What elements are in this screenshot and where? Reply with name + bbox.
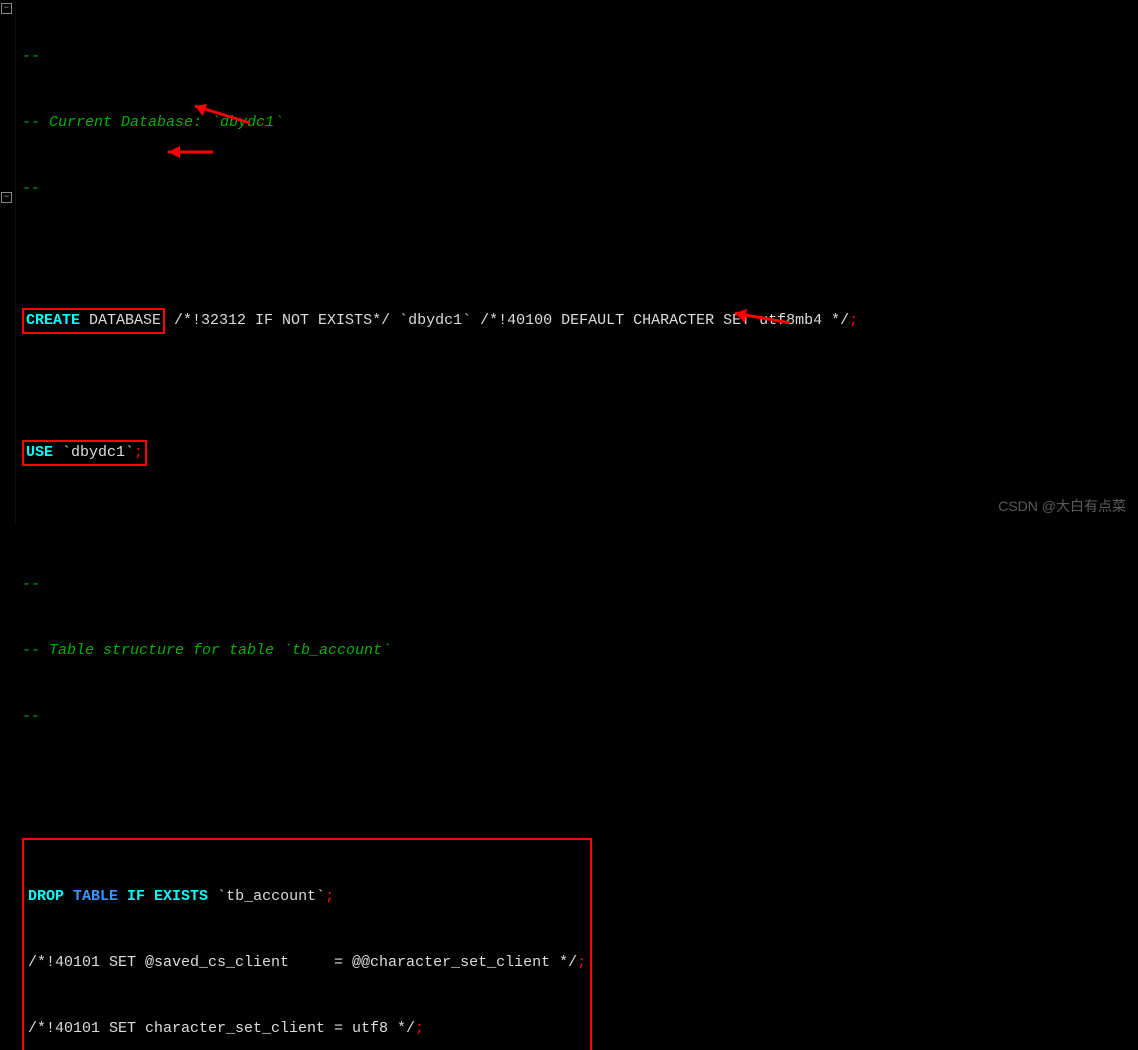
code-line: -- (20, 178, 1138, 200)
watermark: CSDN @大白有点菜 (998, 495, 1126, 517)
code-line: -- (20, 574, 1138, 596)
code-editor[interactable]: -- -- Current Database: `dbydc1` -- CREA… (0, 0, 1138, 1050)
code-line: -- Current Database: `dbydc1` (20, 112, 1138, 134)
code-line: USE `dbydc1`; (20, 442, 1138, 464)
fold-icon[interactable]: − (1, 3, 12, 14)
code-line: DROP TABLE IF EXISTS `tb_account`; /*!40… (20, 838, 1138, 1050)
code-line (20, 244, 1138, 266)
highlight-box: USE `dbydc1`; (22, 440, 147, 466)
code-line (20, 772, 1138, 794)
highlight-box: DROP TABLE IF EXISTS `tb_account`; /*!40… (22, 838, 592, 1050)
code-line: -- (20, 46, 1138, 68)
editor-gutter: − − (0, 0, 16, 525)
fold-icon[interactable]: − (1, 192, 12, 203)
code-line (20, 508, 1138, 530)
highlight-box: CREATE DATABASE (22, 308, 165, 334)
code-line: CREATE DATABASE /*!32312 IF NOT EXISTS*/… (20, 310, 1138, 332)
code-line (20, 376, 1138, 398)
code-line: -- Table structure for table `tb_account… (20, 640, 1138, 662)
code-line: -- (20, 706, 1138, 728)
